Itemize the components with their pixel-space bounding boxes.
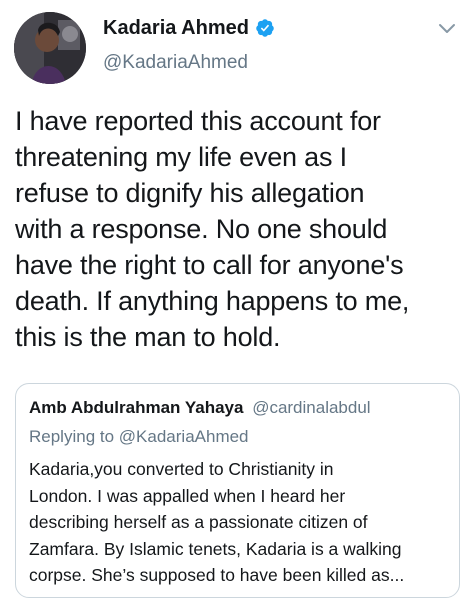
- quoted-tweet-card[interactable]: Amb Abdulrahman Yahaya @cardinalabdul Re…: [15, 383, 460, 598]
- replying-to-label: Replying to: [29, 427, 115, 446]
- tweet: Kadaria Ahmed @KadariaAhmed I have repor…: [0, 0, 469, 610]
- author-handle[interactable]: @KadariaAhmed: [103, 51, 248, 75]
- profile-photo: [14, 12, 86, 84]
- chevron-down-icon[interactable]: [438, 22, 456, 34]
- quoted-author-row: Amb Abdulrahman Yahaya @cardinalabdul: [29, 397, 371, 419]
- tweet-text: I have reported this account for threate…: [15, 106, 410, 352]
- quoted-replying-to: Replying to @KadariaAhmed: [29, 426, 249, 448]
- replying-to-mention[interactable]: @KadariaAhmed: [119, 427, 249, 446]
- quoted-author-handle: @cardinalabdul: [252, 398, 371, 417]
- quoted-author-name: Amb Abdulrahman Yahaya: [29, 398, 244, 417]
- quoted-tweet-text: Kadaria,you converted to Christianity in…: [29, 459, 405, 585]
- avatar[interactable]: [14, 12, 86, 84]
- author-display-name[interactable]: Kadaria Ahmed: [103, 15, 249, 41]
- author-name-row: Kadaria Ahmed: [103, 15, 275, 41]
- verified-badge-icon: [255, 18, 275, 38]
